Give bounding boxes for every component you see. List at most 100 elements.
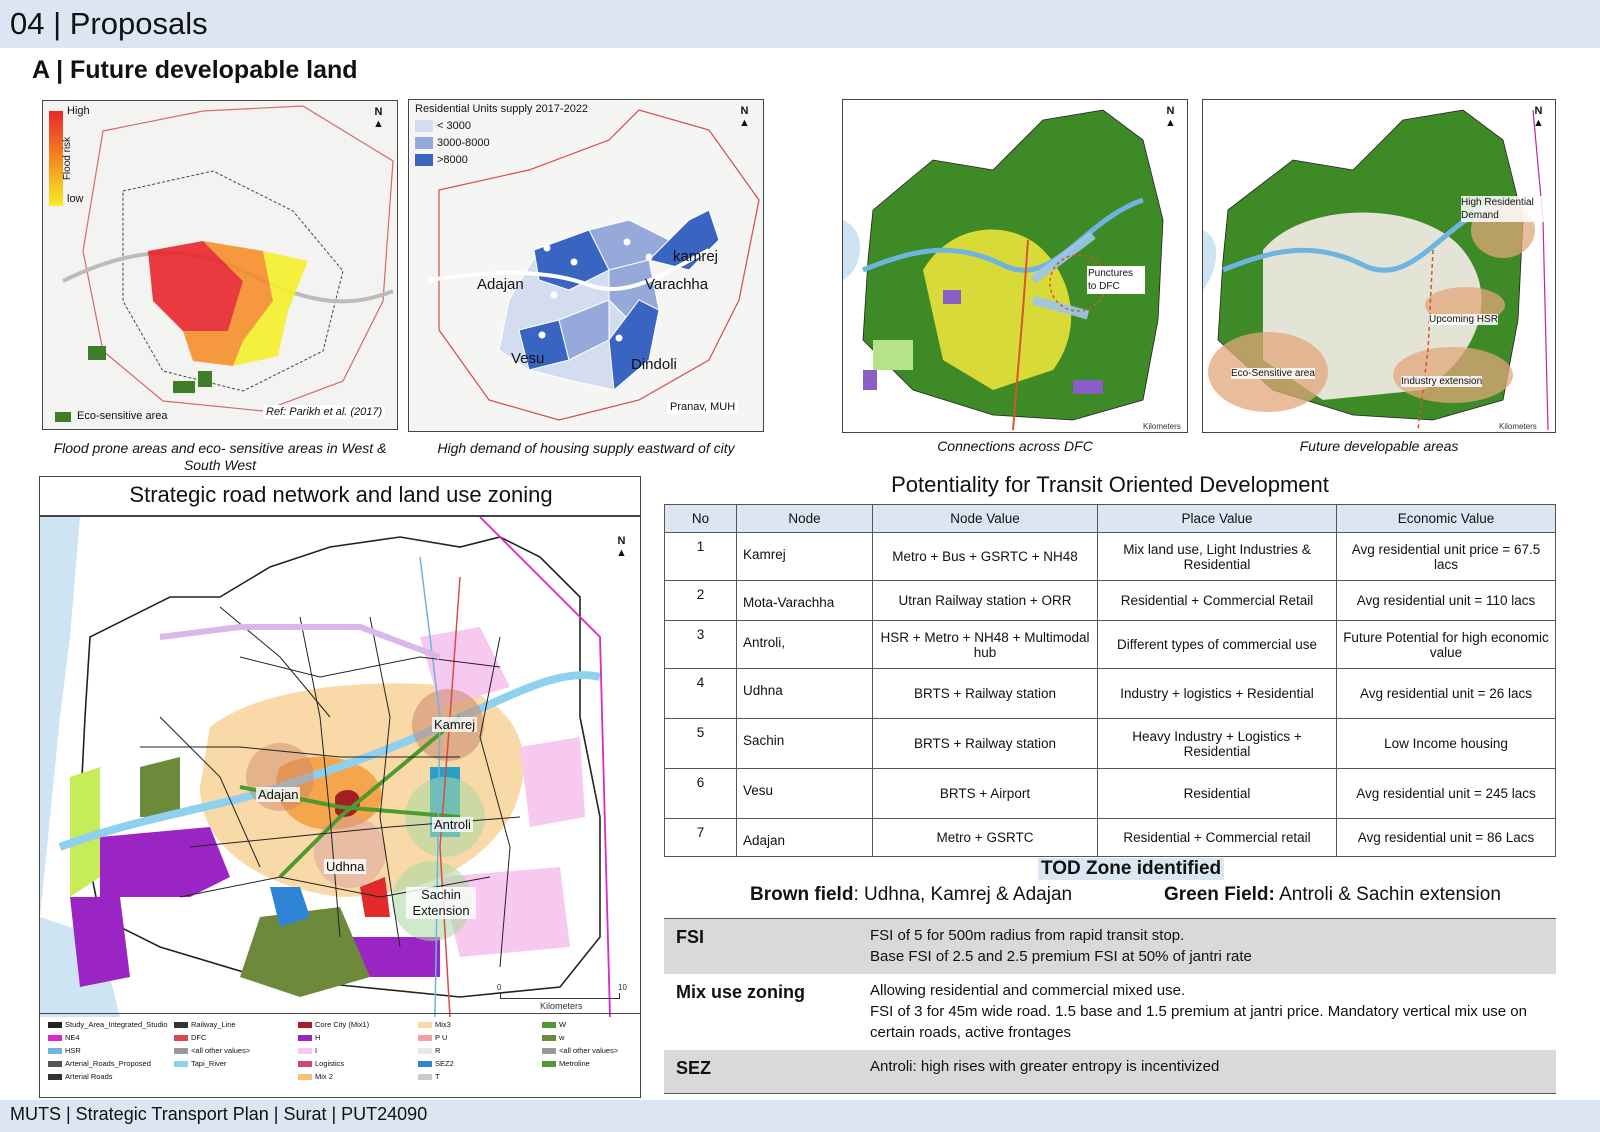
table-row: 3 Antroli, HSR + Metro + NH48 + Multimodal… [664, 620, 1556, 669]
brown-field-line: Brown field: Udhna, Kamrej & Adajan [750, 884, 1072, 906]
legend-label: Arterial Roads [65, 1072, 113, 1081]
housing-legend-title: Residential Units supply 2017-2022 [415, 103, 589, 115]
legend-swatch [415, 120, 433, 133]
legend-swatch [415, 137, 433, 150]
tod-zone-title: TOD Zone identified [1038, 858, 1225, 880]
legend-item: <all other values> [174, 1046, 298, 1059]
legend-swatch [542, 1035, 556, 1042]
legend-swatch [174, 1048, 188, 1055]
legend-swatch [174, 1022, 188, 1029]
legend-label: <all other values> [559, 1046, 619, 1055]
table-cell: Industry + logistics + Residential [1097, 668, 1337, 719]
legend-swatch [418, 1061, 432, 1068]
legend-label: 3000-8000 [437, 137, 490, 149]
north-arrow-icon: N ▲ [1165, 105, 1176, 129]
legend-item: w [542, 1033, 634, 1046]
legend-swatch [298, 1035, 312, 1042]
legend-swatch [418, 1022, 432, 1029]
legend-swatch [298, 1061, 312, 1068]
road-map-title: Strategic road network and land use zoni… [129, 482, 553, 507]
legend-label: Logistics [315, 1059, 345, 1068]
label-udhna: Udhna [324, 859, 367, 874]
legend-label: Arterial_Roads_Proposed [65, 1059, 151, 1068]
policy-key: FSI [676, 927, 705, 947]
legend-item: NE4 [48, 1033, 174, 1046]
col-header: Node Value [872, 504, 1098, 533]
table-cell: Residential [1097, 768, 1337, 819]
legend-label: W [559, 1020, 567, 1029]
legend-label: I [315, 1046, 318, 1055]
road-legend: Study_Area_Integrated_Studio Railway_Line… [40, 1013, 640, 1097]
page-title: 04 | Proposals [10, 6, 208, 41]
table-cell: Antroli, [736, 620, 873, 669]
legend-label: P U [435, 1033, 448, 1042]
table-cell: Avg residential unit = 245 lacs [1336, 768, 1556, 819]
legend-label: Core City (Mix1) [315, 1020, 370, 1029]
table-cell: Avg residential unit price = 67.5 lacs [1336, 532, 1556, 581]
table-row: 6 Vesu BRTS + Airport Residential Avg reside… [664, 768, 1556, 819]
housing-legend: < 3000 3000-8000 >8000 [415, 118, 490, 169]
label-eco-sensitive: Eco-Sensitive area [1231, 368, 1315, 379]
flood-map-graphic [43, 101, 397, 429]
legend-item: Railway_Line [174, 1020, 298, 1033]
legend-swatch [542, 1061, 556, 1068]
dfc-scale-label: Kilometers [1143, 422, 1181, 431]
legend-item: Arterial Roads [48, 1072, 174, 1085]
header-bar: 04 | Proposals [0, 0, 1600, 48]
table-cell: 4 [664, 668, 737, 719]
flood-legend-low: low [67, 193, 84, 205]
policy-row-sez: SEZ Antroli: high rises with greater ent… [664, 1050, 1556, 1094]
flood-legend-axis: Flood risk [62, 136, 74, 181]
label-adajan: Adajan [477, 276, 524, 293]
flood-legend-high: High [67, 105, 90, 117]
flood-risk-map: High Flood risk low N ▲ Eco-sensitive are… [42, 100, 398, 430]
housing-map-caption: High demand of housing supply eastward o… [437, 440, 735, 456]
policy-value: FSI of 5 for 500m radius from rapid tran… [870, 925, 1550, 967]
legend-swatch [48, 1022, 62, 1029]
legend-label: T [435, 1072, 440, 1081]
tod-table: No Node Node Value Place Value Economic … [664, 504, 1556, 857]
col-header: Economic Value [1336, 504, 1556, 533]
label-adajan: Adajan [256, 787, 301, 802]
legend-swatch [415, 154, 433, 167]
policy-value: Antroli: high rises with greater entropy… [870, 1056, 1550, 1077]
policy-key: Mix use zoning [676, 982, 806, 1002]
table-cell: Mota-Varachha [736, 580, 873, 621]
dfc-map-caption: Connections across DFC [937, 438, 1093, 454]
legend-label: Railway_Line [191, 1020, 236, 1029]
legend-label: SEZ2 [435, 1059, 454, 1068]
legend-item: >8000 [415, 152, 490, 169]
legend-label: Tapi_River [191, 1059, 227, 1068]
north-arrow-icon: N ▲ [616, 535, 627, 559]
label-upcoming-hsr: Upcoming HSR [1429, 314, 1498, 325]
table-cell: Residential + Commercial Retail [1097, 580, 1337, 621]
north-arrow-icon: N ▲ [1533, 105, 1544, 129]
table-row: 4 Udhna BRTS + Railway station Industry + l… [664, 668, 1556, 719]
north-label: N [1166, 105, 1175, 117]
legend-label: Study_Area_Integrated_Studio [65, 1020, 168, 1029]
legend-item: Mix 2 [298, 1072, 418, 1085]
scale-unit: Kilometers [540, 1001, 583, 1011]
legend-item [542, 1072, 634, 1085]
policy-value: Allowing residential and commercial mixe… [870, 980, 1550, 1043]
label-sachin-extension: Sachin Extension [406, 887, 476, 919]
brown-field-label: Brown field [750, 884, 854, 905]
legend-item: Logistics [298, 1059, 418, 1072]
housing-credit: Pranav, MUH [667, 400, 739, 414]
table-cell: Utran Railway station + ORR [872, 580, 1098, 621]
legend-label: Metroline [559, 1059, 590, 1068]
legend-swatch [48, 1061, 62, 1068]
label-dindoli: Dindoli [631, 356, 677, 373]
legend-item: W [542, 1020, 634, 1033]
legend-label: <all other values> [191, 1046, 251, 1055]
north-label: N [1534, 105, 1543, 117]
legend-item: I [298, 1046, 418, 1059]
table-cell: Avg residential unit = 26 lacs [1336, 668, 1556, 719]
policy-line: Allowing residential and commercial mixe… [870, 982, 1186, 999]
legend-swatch [174, 1061, 188, 1068]
table-row: 7 Adajan Metro + GSRTC Residential + Commer… [664, 818, 1556, 857]
tod-table-body: 1 Kamrej Metro + Bus + GSRTC + NH48 Mix lan… [664, 532, 1556, 857]
label-kamrej: kamrej [673, 248, 719, 265]
legend-label: w [559, 1033, 565, 1042]
table-cell: Future Potential for high economic value [1336, 620, 1556, 669]
